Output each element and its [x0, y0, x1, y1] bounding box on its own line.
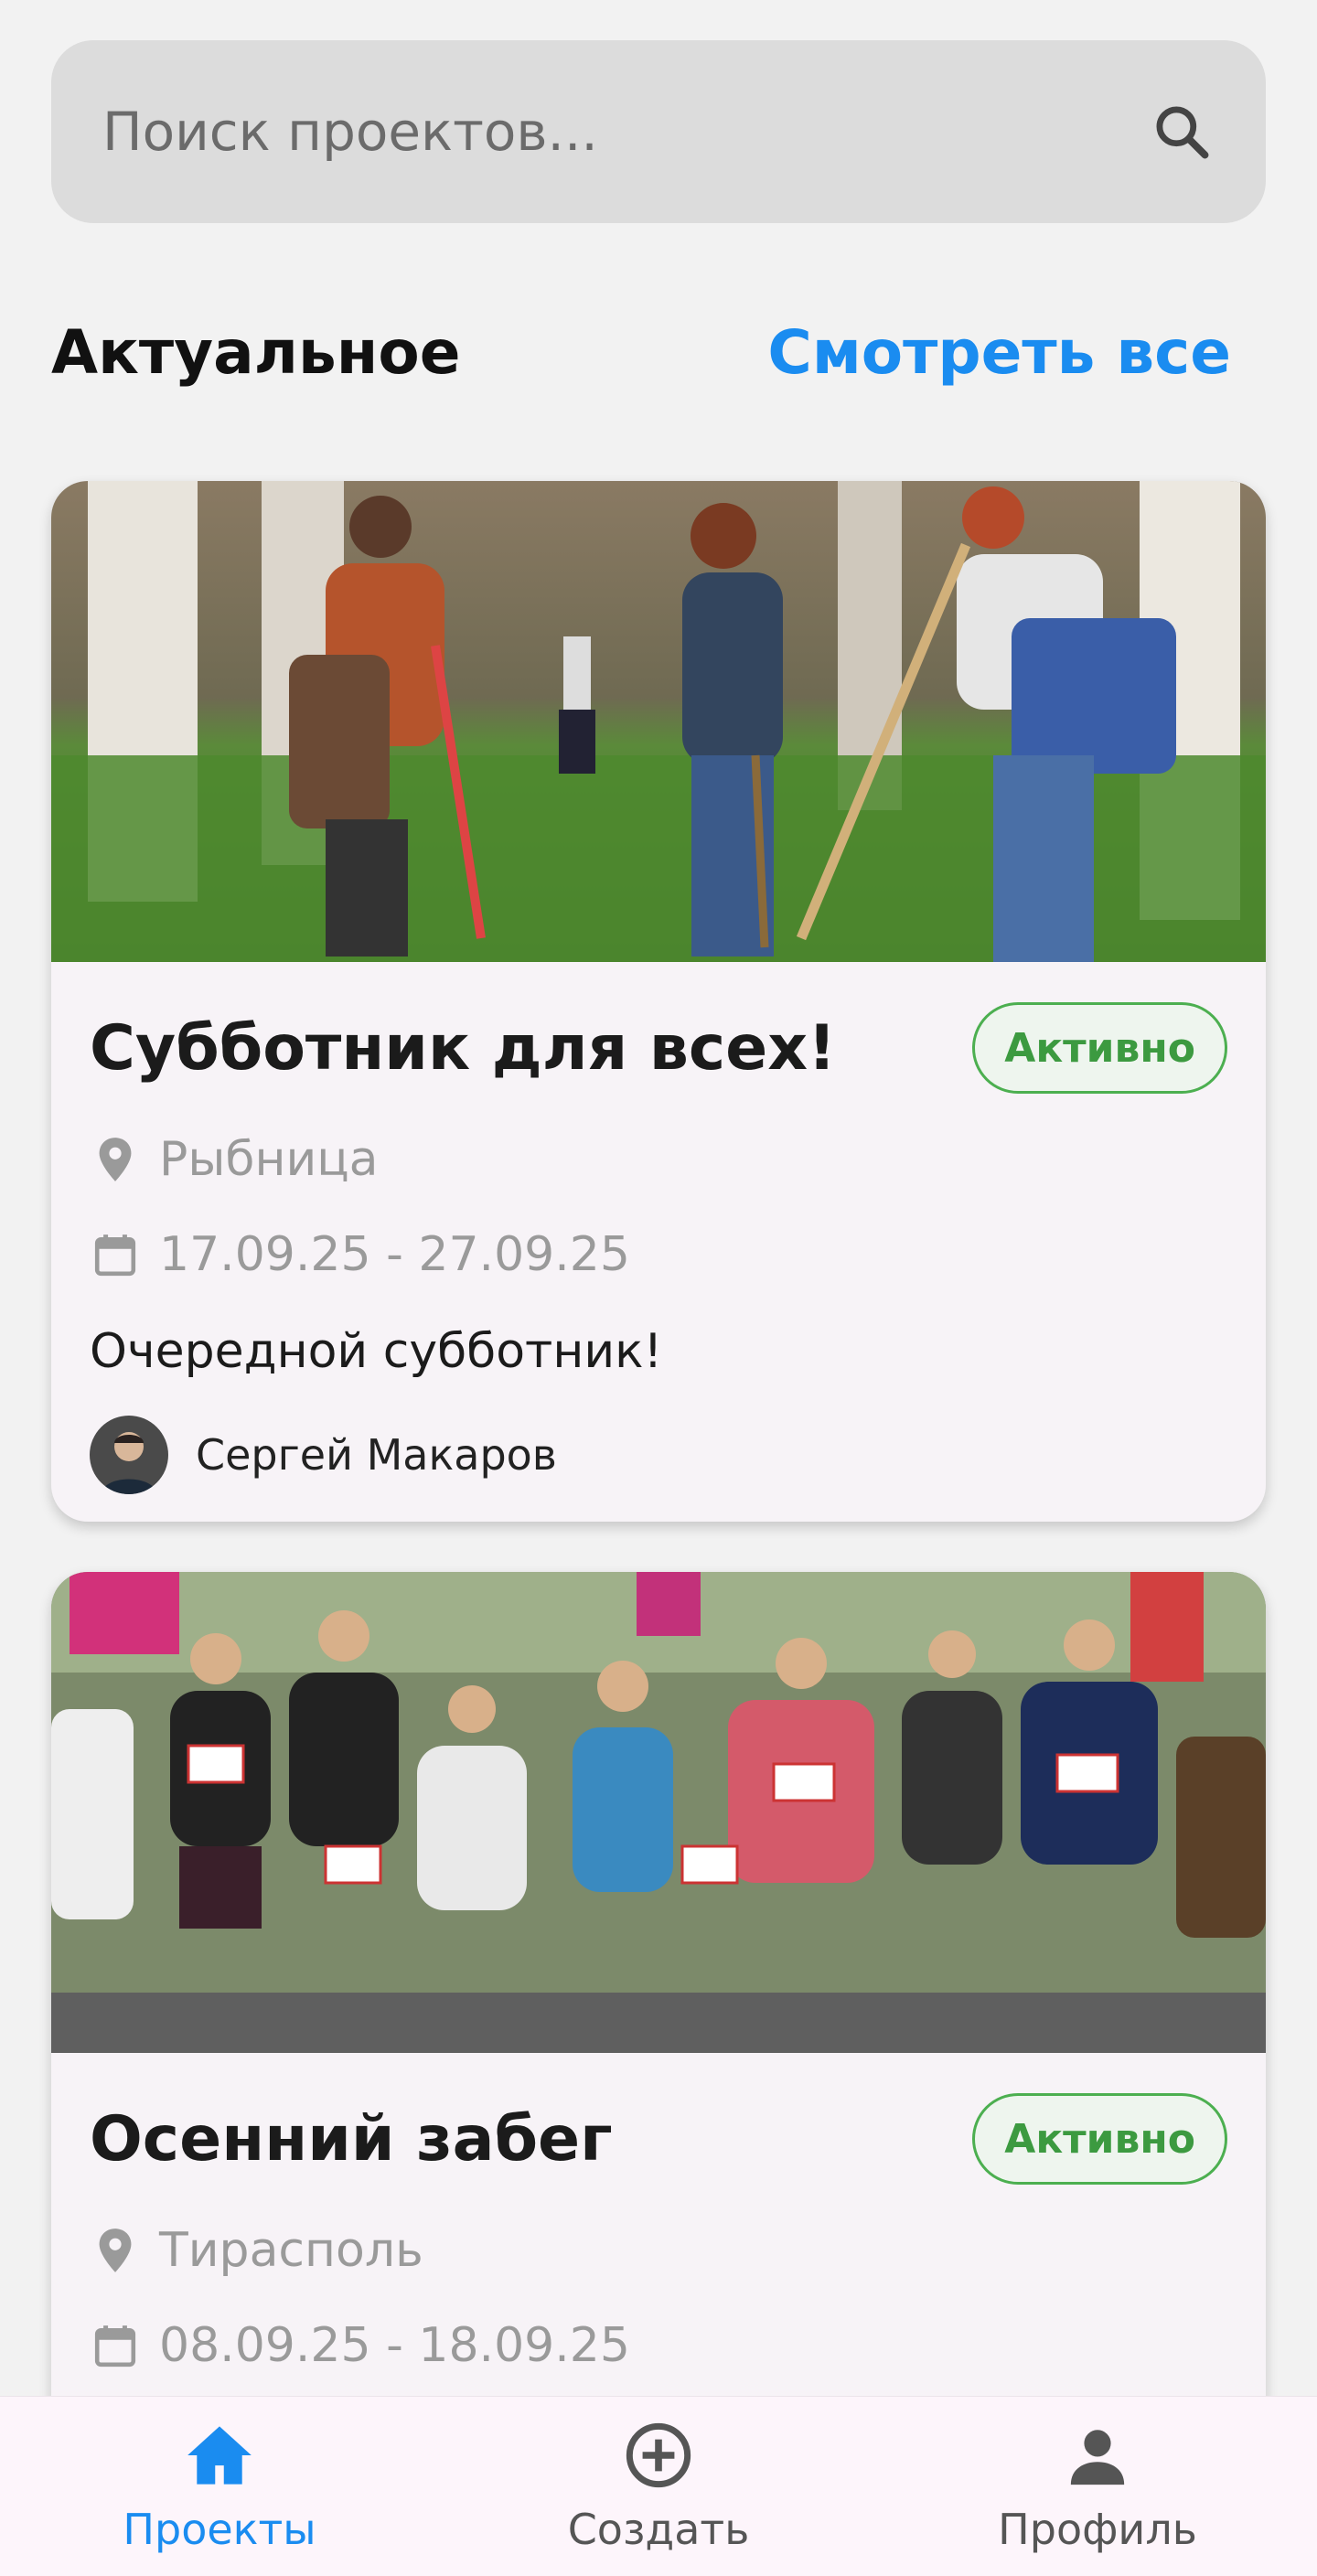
nav-label: Профиль	[998, 2505, 1197, 2554]
calendar-icon	[90, 2320, 141, 2371]
project-card-body: Осенний забег Активно Тирасполь 08.09.25…	[51, 2053, 1266, 2380]
project-image	[51, 481, 1266, 962]
location-pin-icon	[90, 2225, 141, 2276]
nav-item-profile[interactable]: Профиль	[960, 2419, 1235, 2554]
project-card[interactable]: Осенний забег Активно Тирасполь 08.09.25…	[51, 1572, 1266, 2486]
project-author[interactable]: Сергей Макаров	[90, 1414, 1227, 1496]
project-location: Тирасполь	[90, 2216, 1227, 2285]
project-dates: 08.09.25 - 18.09.25	[90, 2311, 1227, 2380]
project-card[interactable]: Субботник для всех! Активно Рыбница 17.0…	[51, 481, 1266, 1522]
dates-text: 17.09.25 - 27.09.25	[159, 1227, 630, 1282]
dates-text: 08.09.25 - 18.09.25	[159, 2318, 630, 2373]
search-bar[interactable]	[51, 40, 1266, 223]
section-header: Актуальное Смотреть все	[51, 302, 1231, 402]
nav-item-create[interactable]: Создать	[521, 2419, 796, 2554]
avatar	[90, 1416, 168, 1494]
location-text: Рыбница	[159, 1132, 379, 1187]
person-icon	[1061, 2419, 1134, 2492]
project-location: Рыбница	[90, 1125, 1227, 1194]
section-title: Актуальное	[51, 316, 461, 388]
project-card-body: Субботник для всех! Активно Рыбница 17.0…	[51, 962, 1266, 1496]
project-image	[51, 1572, 1266, 2053]
project-dates: 17.09.25 - 27.09.25	[90, 1220, 1227, 1289]
project-description: Очередной субботник!	[90, 1324, 663, 1379]
add-circle-icon	[622, 2419, 695, 2492]
home-icon	[183, 2419, 256, 2492]
status-badge: Активно	[972, 1002, 1227, 1094]
nav-label: Создать	[567, 2505, 750, 2554]
see-all-link[interactable]: Смотреть все	[767, 317, 1231, 388]
location-text: Тирасполь	[159, 2223, 423, 2278]
search-icon[interactable]	[1149, 99, 1215, 165]
location-pin-icon	[90, 1134, 141, 1185]
nav-item-projects[interactable]: Проекты	[82, 2419, 357, 2554]
bottom-navigation: Проекты Создать Профиль	[0, 2396, 1317, 2576]
author-name: Сергей Макаров	[196, 1430, 557, 1480]
search-input[interactable]	[102, 101, 1149, 163]
calendar-icon	[90, 1229, 141, 1280]
app-screen: Актуальное Смотреть все	[0, 0, 1317, 2576]
status-badge: Активно	[972, 2093, 1227, 2185]
nav-label: Проекты	[123, 2505, 316, 2554]
